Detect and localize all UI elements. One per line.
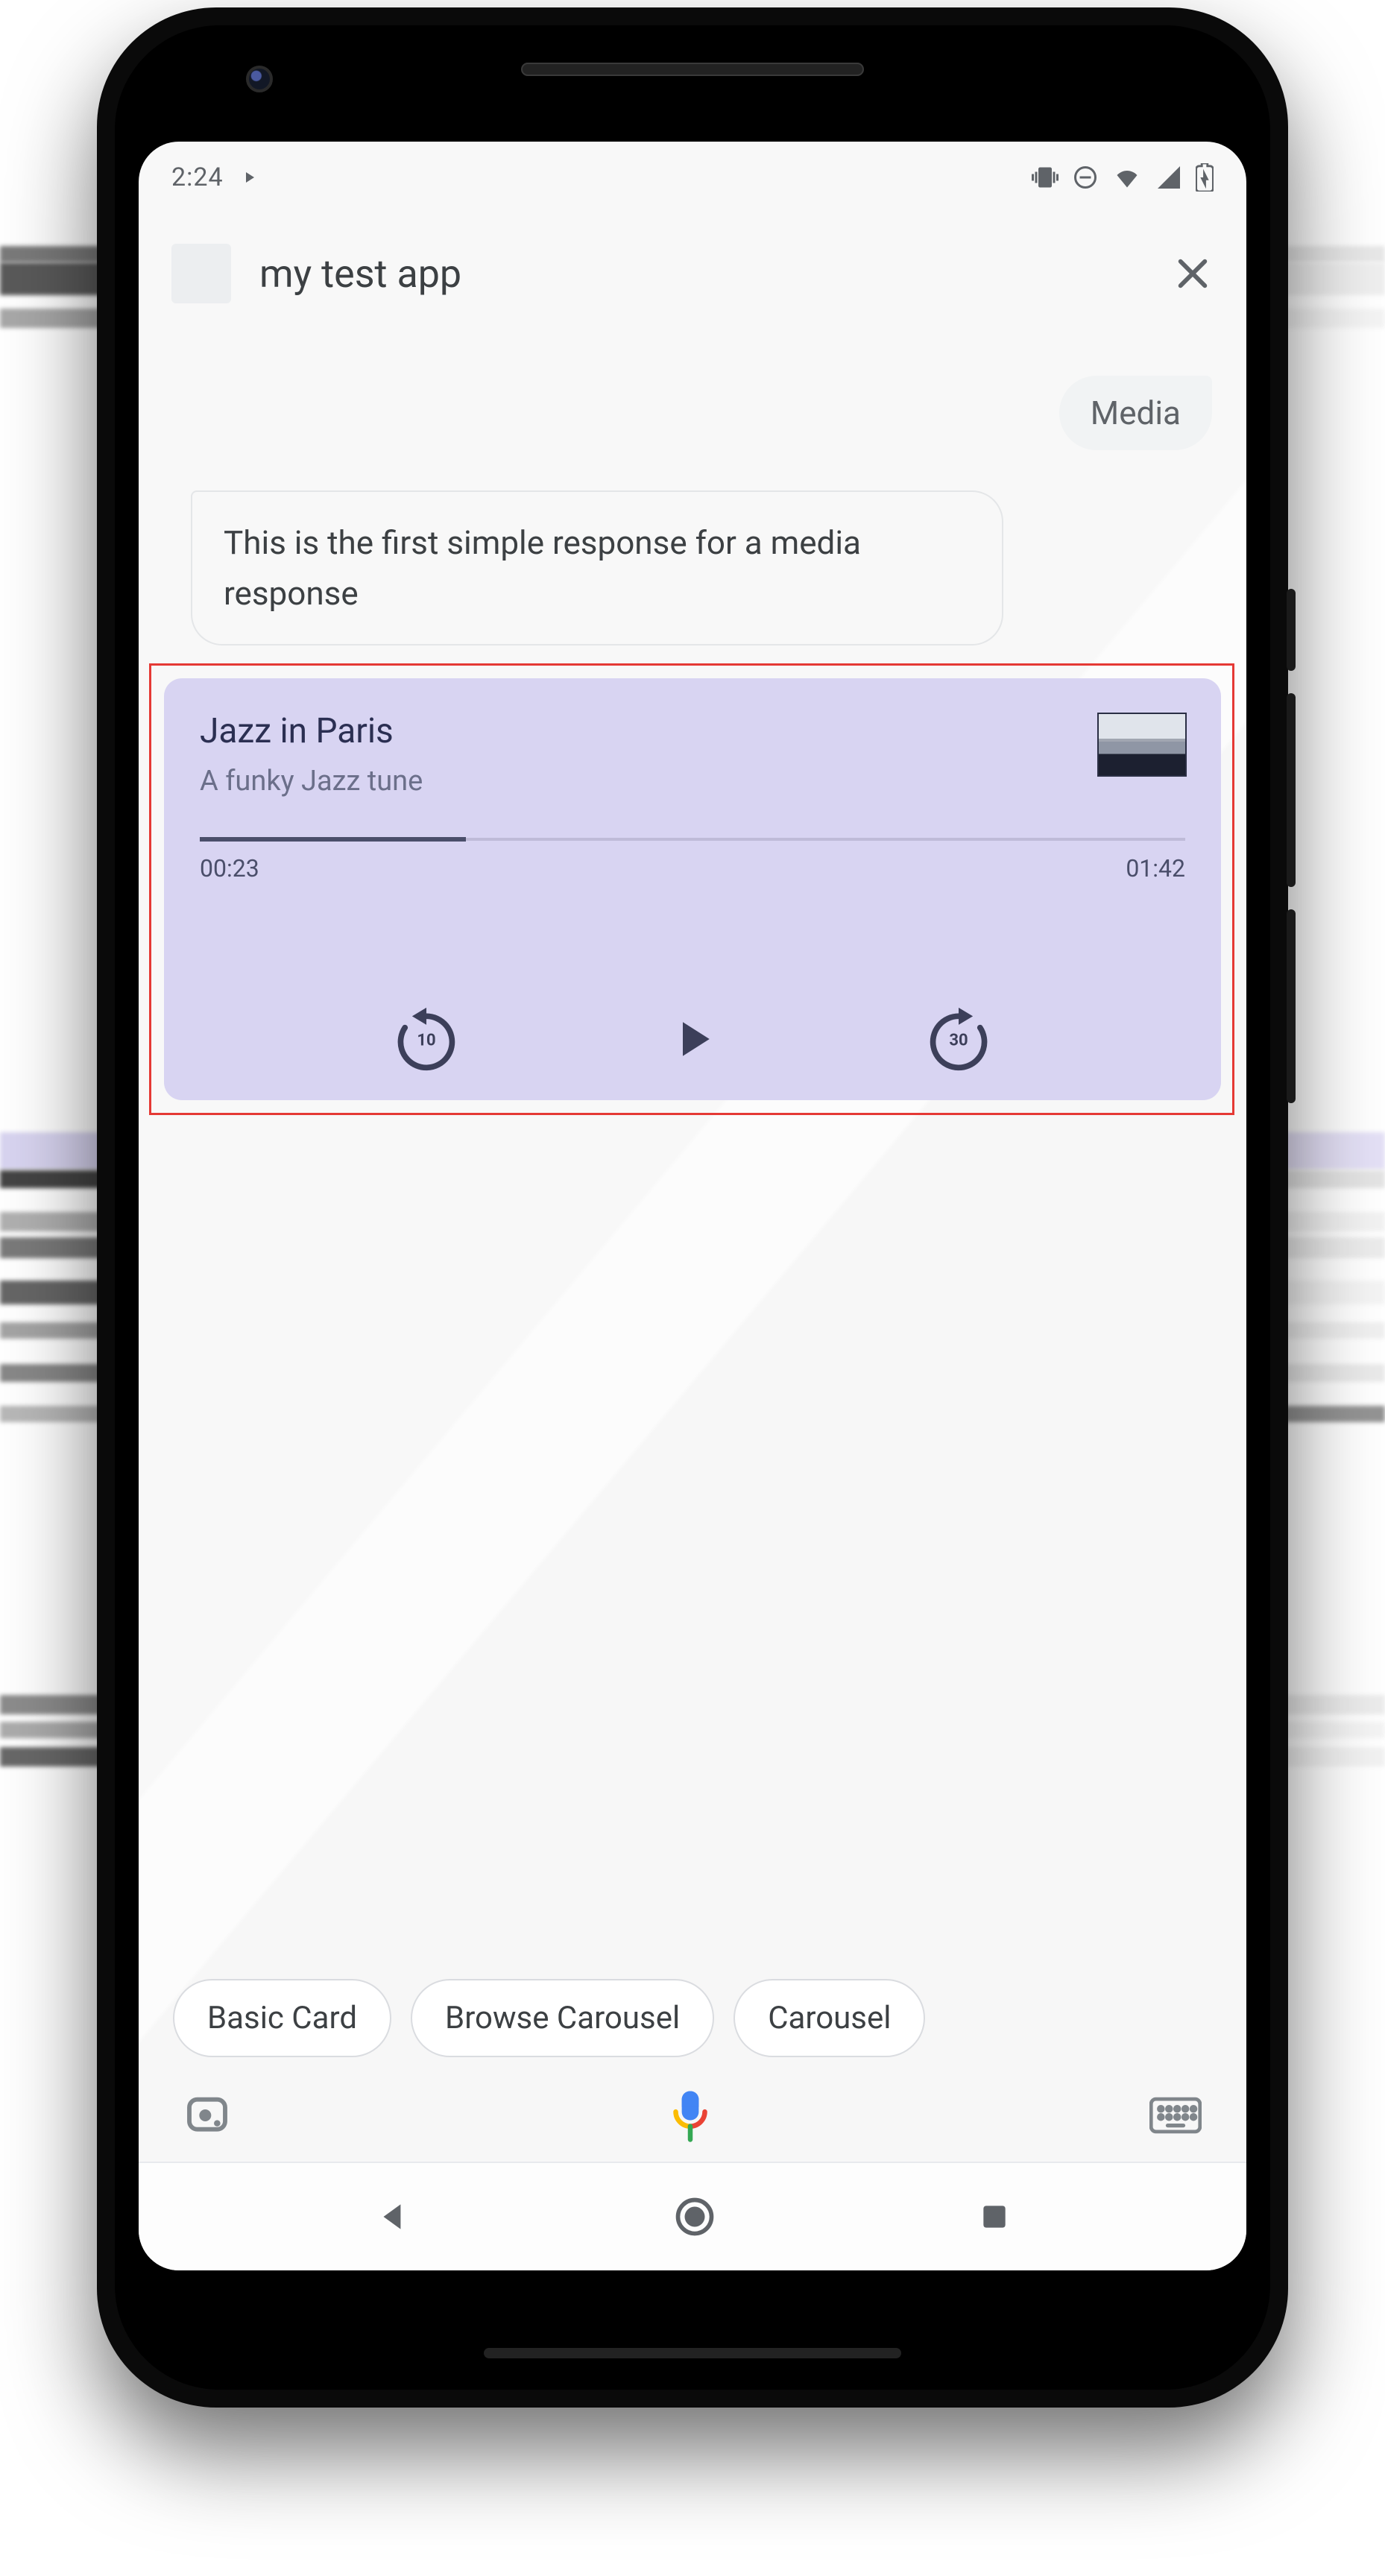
media-playing-icon xyxy=(240,168,258,186)
app-icon xyxy=(171,244,231,303)
phone-power-button xyxy=(1287,589,1296,671)
rewind-10-button[interactable]: 10 xyxy=(392,1005,461,1073)
wifi-icon xyxy=(1112,164,1142,191)
user-message-bubble: Media xyxy=(1059,376,1212,450)
play-button[interactable] xyxy=(663,1010,722,1068)
media-thumbnail xyxy=(1097,713,1187,777)
screen: 2:24 my test app xyxy=(139,142,1246,2270)
phone-earpiece xyxy=(521,63,864,76)
system-nav-bar xyxy=(139,2163,1246,2270)
media-progress-fill xyxy=(200,837,466,842)
close-button[interactable] xyxy=(1172,253,1214,294)
suggestion-chip-basic-card[interactable]: Basic Card xyxy=(173,1979,391,2057)
mic-icon[interactable] xyxy=(661,2086,719,2144)
suggestion-chips: Basic Card Browse Carousel Carousel xyxy=(139,1979,1246,2057)
phone-front-camera xyxy=(246,66,273,92)
phone-volume-down xyxy=(1287,909,1296,1103)
vibrate-icon xyxy=(1032,164,1059,191)
media-total-time: 01:42 xyxy=(1126,854,1185,883)
app-header: my test app xyxy=(139,225,1246,322)
status-bar: 2:24 xyxy=(139,142,1246,213)
media-progress: 00:23 01:42 xyxy=(200,838,1185,883)
nav-back-button[interactable] xyxy=(374,2198,411,2235)
media-title: Jazz in Paris xyxy=(200,711,1185,751)
phone-volume-up xyxy=(1287,693,1296,887)
rewind-seconds-label: 10 xyxy=(417,1031,435,1049)
media-response-card: Jazz in Paris A funky Jazz tune 00:23 01… xyxy=(164,678,1221,1100)
bot-message-bubble: This is the first simple response for a … xyxy=(191,490,1003,645)
forward-seconds-label: 30 xyxy=(949,1031,968,1049)
phone-frame: 2:24 my test app xyxy=(97,7,1288,2408)
assistant-input-row xyxy=(139,2071,1246,2160)
do-not-disturb-icon xyxy=(1072,164,1099,191)
phone-bottom-speaker xyxy=(484,2348,901,2358)
media-controls: 10 30 xyxy=(164,1005,1221,1073)
status-clock: 2:24 xyxy=(171,162,224,192)
media-subtitle: A funky Jazz tune xyxy=(200,765,1185,798)
keyboard-icon[interactable] xyxy=(1149,2095,1202,2135)
lens-icon[interactable] xyxy=(183,2092,231,2139)
media-elapsed-time: 00:23 xyxy=(200,854,259,883)
app-title: my test app xyxy=(259,251,461,297)
media-progress-track[interactable] xyxy=(200,838,1185,841)
suggestion-chip-carousel[interactable]: Carousel xyxy=(733,1979,925,2057)
nav-home-button[interactable] xyxy=(675,2197,715,2237)
suggestion-chip-browse-carousel[interactable]: Browse Carousel xyxy=(411,1979,714,2057)
nav-recents-button[interactable] xyxy=(978,2200,1011,2233)
battery-charging-icon xyxy=(1196,163,1214,192)
forward-30-button[interactable]: 30 xyxy=(924,1005,993,1073)
cellular-signal-icon xyxy=(1155,164,1182,191)
